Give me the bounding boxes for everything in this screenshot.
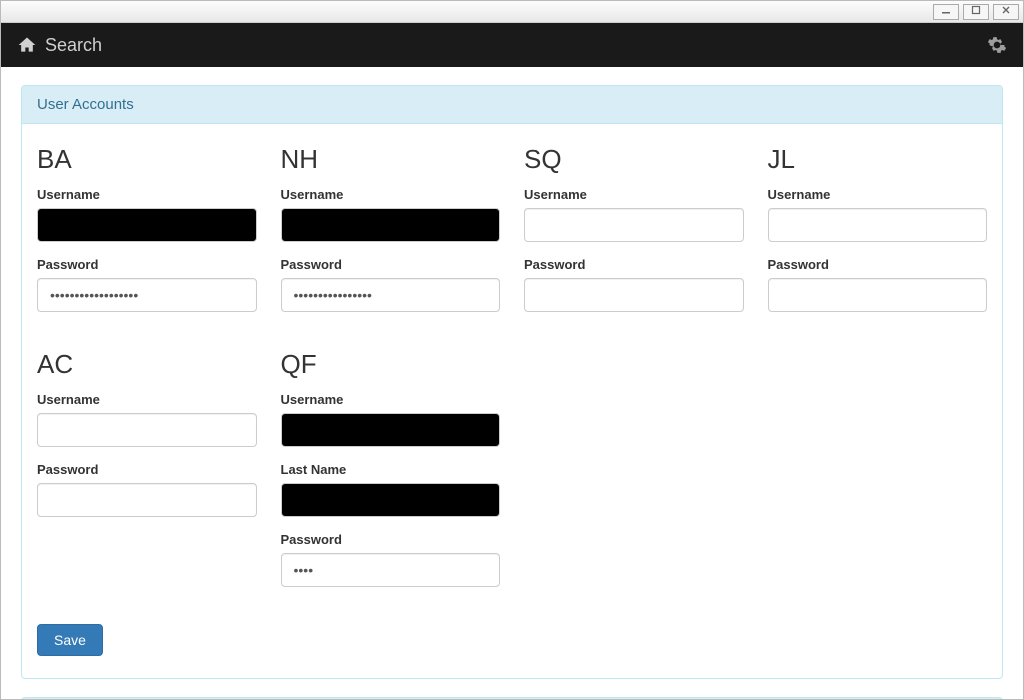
password-label: Password	[37, 257, 257, 272]
password-label: Password	[37, 462, 257, 477]
password-input[interactable]	[281, 278, 501, 312]
account-code: AC	[37, 349, 257, 380]
content-scroll-area[interactable]: Search User Accounts BA Username	[1, 23, 1023, 699]
window-frame: Search User Accounts BA Username	[0, 0, 1024, 700]
username-label: Username	[37, 187, 257, 202]
debug-panel: Debug	[21, 697, 1003, 699]
username-input[interactable]	[37, 208, 257, 242]
password-input[interactable]	[37, 278, 257, 312]
username-label: Username	[37, 392, 257, 407]
account-block-qf: QF Username Last Name Password	[269, 349, 513, 602]
lastname-label: Last Name	[281, 462, 501, 477]
navbar-brand[interactable]: Search	[17, 35, 102, 56]
window-minimize-button[interactable]	[933, 4, 959, 20]
account-block-nh: NH Username Password	[269, 144, 513, 327]
username-label: Username	[768, 187, 988, 202]
home-icon	[17, 35, 37, 55]
account-code: BA	[37, 144, 257, 175]
account-code: NH	[281, 144, 501, 175]
username-input[interactable]	[768, 208, 988, 242]
window-titlebar	[1, 1, 1023, 23]
account-code: QF	[281, 349, 501, 380]
account-block-ba: BA Username Password	[25, 144, 269, 327]
password-label: Password	[281, 257, 501, 272]
password-input[interactable]	[281, 553, 501, 587]
password-input[interactable]	[524, 278, 744, 312]
password-input[interactable]	[37, 483, 257, 517]
password-label: Password	[281, 532, 501, 547]
gear-icon[interactable]	[987, 35, 1007, 55]
panel-body: BA Username Password	[22, 124, 1002, 678]
panel-heading-debug[interactable]: Debug	[22, 698, 1002, 699]
username-label: Username	[524, 187, 744, 202]
username-input[interactable]	[37, 413, 257, 447]
username-label: Username	[281, 187, 501, 202]
account-block-sq: SQ Username Password	[512, 144, 756, 327]
account-block-jl: JL Username Password	[756, 144, 1000, 327]
navbar: Search	[1, 23, 1023, 67]
account-code: JL	[768, 144, 988, 175]
password-label: Password	[768, 257, 988, 272]
username-input[interactable]	[281, 413, 501, 447]
window-close-button[interactable]	[993, 4, 1019, 20]
user-accounts-panel: User Accounts BA Username Password	[21, 85, 1003, 679]
username-input[interactable]	[524, 208, 744, 242]
password-label: Password	[524, 257, 744, 272]
password-input[interactable]	[768, 278, 988, 312]
window-maximize-button[interactable]	[963, 4, 989, 20]
panel-heading-user-accounts: User Accounts	[22, 86, 1002, 124]
page-wrap: User Accounts BA Username Password	[1, 67, 1023, 699]
lastname-input[interactable]	[281, 483, 501, 517]
username-label: Username	[281, 392, 501, 407]
navbar-title: Search	[45, 35, 102, 56]
username-input[interactable]	[281, 208, 501, 242]
account-block-ac: AC Username Password	[25, 349, 269, 602]
account-code: SQ	[524, 144, 744, 175]
accounts-grid: BA Username Password	[25, 144, 999, 624]
save-button[interactable]: Save	[37, 624, 103, 656]
